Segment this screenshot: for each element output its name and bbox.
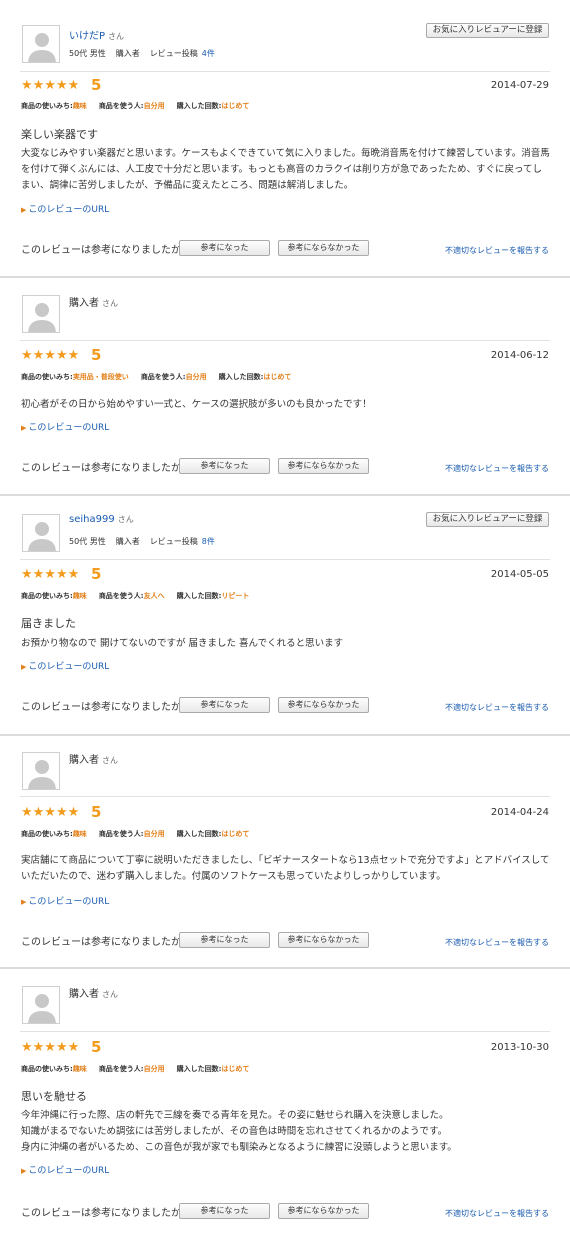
- score: 5: [91, 1038, 102, 1056]
- review-body: 今年沖縄に行った際、店の軒先で三線を奏でる青年を見た。その姿に魅せられ購入を決意…: [21, 1110, 457, 1153]
- helpful-yes-button[interactable]: 参考になった: [179, 458, 270, 474]
- section-divider: [0, 734, 570, 736]
- post-count[interactable]: 4件: [202, 49, 215, 58]
- helpful-question: このレビューは参考になりましたか？: [21, 245, 191, 256]
- star-rating: ★★★★★: [21, 78, 80, 93]
- score: 5: [91, 76, 102, 94]
- review-url-link[interactable]: ▶ このレビューのURL: [21, 420, 109, 433]
- review-body: 初心者がその日から始めやすい一式と、ケースの選択肢が多いのも良かったです！: [21, 399, 372, 410]
- review-title: 思いを馳せる: [21, 1090, 87, 1103]
- post-count[interactable]: 8件: [202, 537, 215, 546]
- helpful-yes-button[interactable]: 参考になった: [179, 932, 270, 948]
- reviewer-name[interactable]: seiha999 さん: [69, 514, 134, 525]
- review-url-link[interactable]: ▶ このレビューのURL: [21, 1163, 109, 1176]
- divider: [20, 1031, 550, 1032]
- reviewer-name: 購入者 さん: [69, 989, 118, 1000]
- helpful-yes-button[interactable]: 参考になった: [179, 1203, 270, 1219]
- divider: [20, 340, 550, 341]
- star-rating: ★★★★★: [21, 348, 80, 363]
- reviewer-meta: 50代 男性 購入者 レビュー投稿 8件: [69, 537, 215, 546]
- score: 5: [91, 346, 102, 364]
- helpful-yes-button[interactable]: 参考になった: [179, 240, 270, 256]
- avatar: [22, 25, 60, 63]
- helpful-no-button[interactable]: 参考にならなかった: [278, 240, 369, 256]
- divider: [20, 559, 550, 560]
- star-rating: ★★★★★: [21, 805, 80, 820]
- favorite-reviewer-button[interactable]: お気に入りレビュアーに登録: [426, 23, 549, 38]
- helpful-question: このレビューは参考になりましたか？: [21, 1208, 191, 1219]
- helpful-no-button[interactable]: 参考にならなかった: [278, 697, 369, 713]
- report-link[interactable]: 不適切なレビューを報告する: [445, 1208, 549, 1219]
- divider: [20, 796, 550, 797]
- review-attributes: 商品の使いみち:趣味 商品を使う人:自分用 購入した回数:はじめて: [21, 1065, 250, 1073]
- review-body: お預かり物なので 開けてないのですが 届きました 喜んでくれると思います: [21, 638, 344, 649]
- review-date: 2014-05-05: [490, 569, 549, 580]
- review-url-link[interactable]: ▶ このレビューのURL: [21, 894, 109, 907]
- helpful-no-button[interactable]: 参考にならなかった: [278, 932, 369, 948]
- triangle-icon: ▶: [21, 424, 27, 432]
- review-title: 届きました: [21, 617, 76, 630]
- review-url-link[interactable]: ▶ このレビューのURL: [21, 659, 109, 672]
- star-rating: ★★★★★: [21, 567, 80, 582]
- divider: [20, 71, 550, 72]
- triangle-icon: ▶: [21, 663, 27, 671]
- section-divider: [0, 276, 570, 278]
- review-url-link[interactable]: ▶ このレビューのURL: [21, 202, 109, 215]
- review-body: 実店舗にて商品について丁寧に説明いただきましたし、「ビギナースタートなら13点セ…: [21, 855, 550, 882]
- report-link[interactable]: 不適切なレビューを報告する: [445, 245, 549, 256]
- helpful-question: このレビューは参考になりましたか？: [21, 702, 191, 713]
- review-date: 2013-10-30: [490, 1042, 549, 1053]
- review-body: 大変なじみやすい楽器だと思います。ケースもよくできていて気に入りました。毎晩消音…: [21, 148, 550, 191]
- score: 5: [91, 803, 102, 821]
- review-date: 2014-06-12: [490, 350, 549, 361]
- star-rating: ★★★★★: [21, 1040, 80, 1055]
- review-date: 2014-07-29: [490, 80, 549, 91]
- helpful-no-button[interactable]: 参考にならなかった: [278, 458, 369, 474]
- review-attributes: 商品の使いみち:実用品・普段使い 商品を使う人:自分用 購入した回数:はじめて: [21, 373, 292, 381]
- section-divider: [0, 967, 570, 969]
- report-link[interactable]: 不適切なレビューを報告する: [445, 463, 549, 474]
- reviewer-name: 購入者 さん: [69, 755, 118, 766]
- helpful-yes-button[interactable]: 参考になった: [179, 697, 270, 713]
- score: 5: [91, 565, 102, 583]
- review-attributes: 商品の使いみち:趣味 商品を使う人:自分用 購入した回数:はじめて: [21, 830, 250, 838]
- triangle-icon: ▶: [21, 206, 27, 214]
- avatar: [22, 295, 60, 333]
- reviewer-meta: 50代 男性 購入者 レビュー投稿 4件: [69, 49, 215, 58]
- triangle-icon: ▶: [21, 1167, 27, 1175]
- section-divider: [0, 494, 570, 496]
- report-link[interactable]: 不適切なレビューを報告する: [445, 702, 549, 713]
- reviewer-name: 購入者 さん: [69, 298, 118, 309]
- review-attributes: 商品の使いみち:趣味 商品を使う人:友人へ 購入した回数:リピート: [21, 592, 250, 600]
- triangle-icon: ▶: [21, 898, 27, 906]
- review-title: 楽しい楽器です: [21, 128, 98, 141]
- avatar: [22, 514, 60, 552]
- avatar: [22, 986, 60, 1024]
- report-link[interactable]: 不適切なレビューを報告する: [445, 937, 549, 948]
- review-date: 2014-04-24: [490, 807, 549, 818]
- helpful-question: このレビューは参考になりましたか？: [21, 937, 191, 948]
- review-attributes: 商品の使いみち:趣味 商品を使う人:自分用 購入した回数:はじめて: [21, 102, 250, 110]
- helpful-no-button[interactable]: 参考にならなかった: [278, 1203, 369, 1219]
- favorite-reviewer-button[interactable]: お気に入りレビュアーに登録: [426, 512, 549, 527]
- avatar: [22, 752, 60, 790]
- reviewer-name[interactable]: いけだP さん: [69, 27, 124, 42]
- helpful-question: このレビューは参考になりましたか？: [21, 463, 191, 474]
